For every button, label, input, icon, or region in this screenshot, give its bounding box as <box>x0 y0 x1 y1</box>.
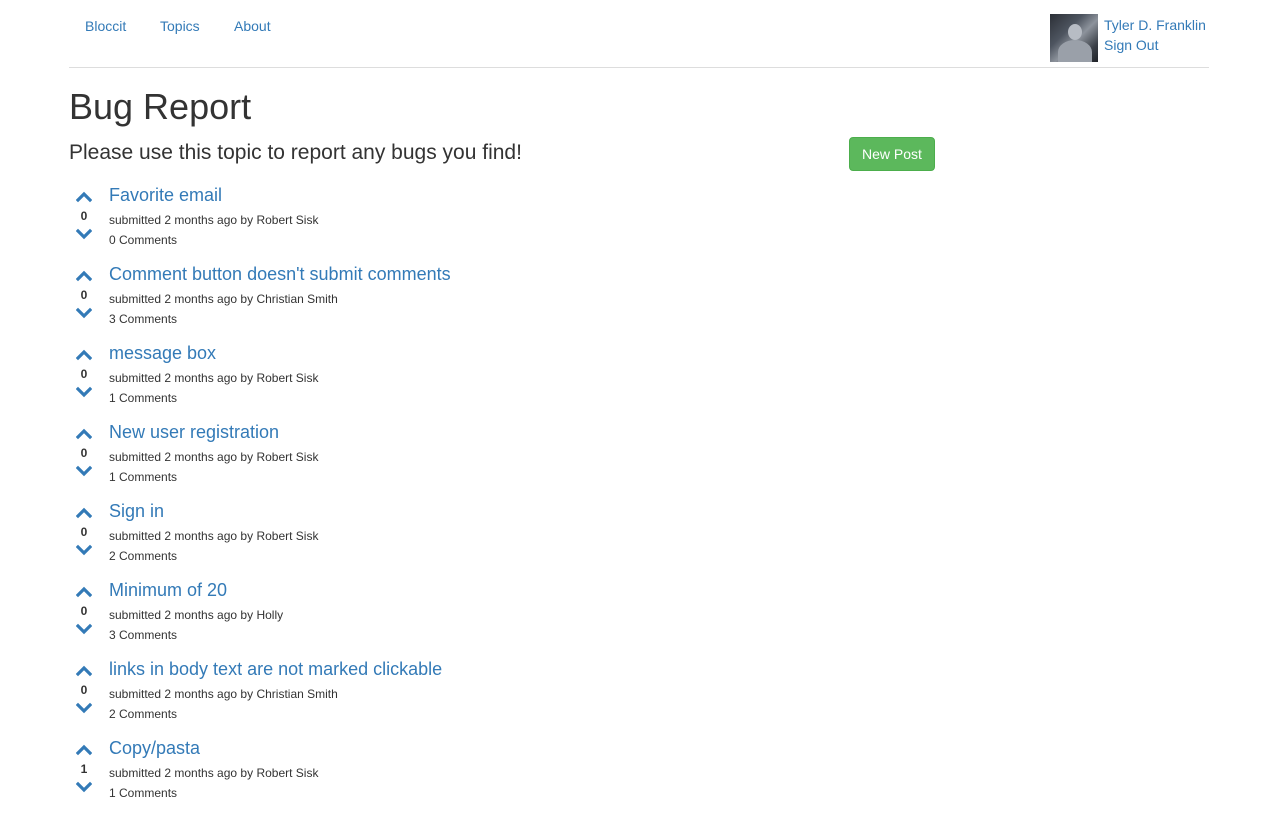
post-title-link[interactable]: Sign in <box>109 501 164 521</box>
post-author: Christian Smith <box>256 687 338 701</box>
user-name-link[interactable]: Tyler D. Franklin <box>1104 17 1206 33</box>
post-meta-prefix: submitted 2 months ago by <box>109 766 254 780</box>
vote-widget: 0 <box>69 578 99 644</box>
vote-widget: 0 <box>69 341 99 407</box>
top-navbar: Bloccit Topics About Tyler D. Franklin S… <box>69 0 1209 68</box>
vote-widget: 1 <box>69 736 99 802</box>
chevron-down-icon[interactable] <box>76 544 92 558</box>
post-author: Christian Smith <box>256 292 338 306</box>
post-author: Robert Sisk <box>256 766 319 780</box>
list-item: 0 Favorite email submitted 2 months ago … <box>69 183 969 262</box>
post-title-link[interactable]: Copy/pasta <box>109 738 200 758</box>
post-meta-prefix: submitted 2 months ago by <box>109 371 254 385</box>
vote-count: 1 <box>80 762 88 776</box>
post-comment-count: 1 Comments <box>109 786 178 800</box>
vote-widget: 0 <box>69 499 99 565</box>
list-item: 0 Sign in submitted 2 months ago by Robe… <box>69 499 969 578</box>
vote-count: 0 <box>80 683 88 697</box>
post-title-link[interactable]: Minimum of 20 <box>109 580 227 600</box>
chevron-up-icon[interactable] <box>76 426 92 440</box>
post-meta-prefix: submitted 2 months ago by <box>109 529 254 543</box>
post-title-link[interactable]: New user registration <box>109 422 279 442</box>
vote-count: 0 <box>80 209 88 223</box>
post-meta: submitted 2 months ago by Robert Sisk <box>109 450 318 464</box>
chevron-up-icon[interactable] <box>76 189 92 203</box>
chevron-up-icon[interactable] <box>76 663 92 677</box>
avatar-body-shape <box>1058 40 1092 62</box>
post-meta: submitted 2 months ago by Holly <box>109 608 283 622</box>
list-item: 1 Copy/pasta submitted 2 months ago by R… <box>69 736 969 815</box>
list-item: 0 links in body text are not marked clic… <box>69 657 969 736</box>
post-comment-count: 2 Comments <box>109 707 178 721</box>
list-item: 0 Comment button doesn't submit comments… <box>69 262 969 341</box>
post-comment-count: 2 Comments <box>109 549 178 563</box>
post-meta: submitted 2 months ago by Christian Smit… <box>109 292 338 306</box>
vote-count: 0 <box>80 525 88 539</box>
post-comment-count: 1 Comments <box>109 391 178 405</box>
post-author: Robert Sisk <box>256 450 319 464</box>
sign-out-link[interactable]: Sign Out <box>1104 37 1158 53</box>
post-meta: submitted 2 months ago by Robert Sisk <box>109 371 318 385</box>
user-menu: Tyler D. Franklin Sign Out <box>1050 14 1209 62</box>
avatar <box>1050 14 1098 62</box>
vote-widget: 0 <box>69 183 99 249</box>
chevron-up-icon[interactable] <box>76 347 92 361</box>
post-title-link[interactable]: message box <box>109 343 216 363</box>
chevron-up-icon[interactable] <box>76 742 92 756</box>
post-author: Robert Sisk <box>256 213 319 227</box>
avatar-head-shape <box>1068 24 1082 40</box>
vote-count: 0 <box>80 446 88 460</box>
post-author: Robert Sisk <box>256 371 319 385</box>
chevron-up-icon[interactable] <box>76 268 92 282</box>
list-item: 0 New user registration submitted 2 mont… <box>69 420 969 499</box>
post-meta-prefix: submitted 2 months ago by <box>109 687 254 701</box>
post-meta: submitted 2 months ago by Robert Sisk <box>109 766 318 780</box>
post-meta: submitted 2 months ago by Christian Smit… <box>109 687 338 701</box>
chevron-down-icon[interactable] <box>76 623 92 637</box>
vote-widget: 0 <box>69 262 99 328</box>
chevron-down-icon[interactable] <box>76 228 92 242</box>
vote-widget: 0 <box>69 420 99 486</box>
post-author: Holly <box>256 608 284 622</box>
post-meta-prefix: submitted 2 months ago by <box>109 292 254 306</box>
post-meta: submitted 2 months ago by Robert Sisk <box>109 213 318 227</box>
post-meta: submitted 2 months ago by Robert Sisk <box>109 529 318 543</box>
post-meta-prefix: submitted 2 months ago by <box>109 450 254 464</box>
post-title-link[interactable]: Comment button doesn't submit comments <box>109 264 451 284</box>
chevron-up-icon[interactable] <box>76 505 92 519</box>
nav-link-bloccit[interactable]: Bloccit <box>85 18 126 34</box>
post-list: 0 Favorite email submitted 2 months ago … <box>69 183 969 815</box>
chevron-down-icon[interactable] <box>76 781 92 795</box>
chevron-up-icon[interactable] <box>76 584 92 598</box>
topic-description: Please use this topic to report any bugs… <box>69 141 522 164</box>
post-comment-count: 1 Comments <box>109 470 178 484</box>
post-comment-count: 0 Comments <box>109 233 178 247</box>
vote-count: 0 <box>80 604 88 618</box>
vote-count: 0 <box>80 367 88 381</box>
chevron-down-icon[interactable] <box>76 307 92 321</box>
vote-widget: 0 <box>69 657 99 723</box>
page-title: Bug Report <box>69 86 252 127</box>
post-comment-count: 3 Comments <box>109 312 178 326</box>
nav-link-about[interactable]: About <box>234 18 271 34</box>
vote-count: 0 <box>80 288 88 302</box>
chevron-down-icon[interactable] <box>76 465 92 479</box>
list-item: 0 Minimum of 20 submitted 2 months ago b… <box>69 578 969 657</box>
list-item: 0 message box submitted 2 months ago by … <box>69 341 969 420</box>
post-meta-prefix: submitted 2 months ago by <box>109 213 254 227</box>
post-title-link[interactable]: links in body text are not marked clicka… <box>109 659 442 679</box>
nav-link-topics[interactable]: Topics <box>160 18 200 34</box>
post-meta-prefix: submitted 2 months ago by <box>109 608 254 622</box>
chevron-down-icon[interactable] <box>76 702 92 716</box>
chevron-down-icon[interactable] <box>76 386 92 400</box>
post-title-link[interactable]: Favorite email <box>109 185 222 205</box>
post-author: Robert Sisk <box>256 529 319 543</box>
new-post-button[interactable]: New Post <box>849 137 935 171</box>
post-comment-count: 3 Comments <box>109 628 178 642</box>
